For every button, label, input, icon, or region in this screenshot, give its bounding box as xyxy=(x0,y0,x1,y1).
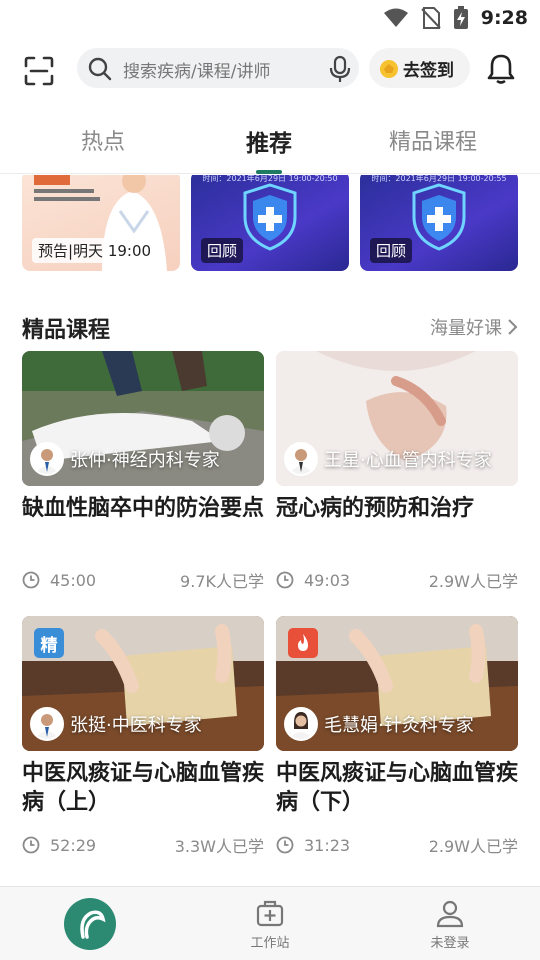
bottom-navigation: 工作站 未登录 xyxy=(0,886,540,960)
live-card[interactable]: 预告|明天 19:00 xyxy=(22,175,180,271)
search-icon xyxy=(88,57,112,81)
course-title: 冠心病的预防和治疗 xyxy=(276,496,475,521)
avatar xyxy=(30,707,64,741)
clock-icon xyxy=(22,836,40,854)
scan-button[interactable] xyxy=(22,54,56,88)
course-meta: 31:23 2.9W人已学 xyxy=(276,833,518,857)
live-badge: 回顾 xyxy=(201,238,244,263)
notification-button[interactable] xyxy=(484,52,518,86)
course-meta: 45:00 9.7K人已学 xyxy=(22,568,264,592)
section-more-label: 海量好课 xyxy=(430,318,502,339)
course-thumbnail: 张仲·神经内科专家 xyxy=(22,351,264,486)
course-duration: 45:00 xyxy=(22,571,96,590)
scan-icon xyxy=(24,56,54,86)
teacher-name: 张仲·神经内科专家 xyxy=(70,450,220,471)
nav-label: 未登录 xyxy=(430,935,470,951)
status-icons: 9:28 xyxy=(383,6,528,30)
live-card[interactable]: 时间：2021年6月29日 19:00-20:55 回顾 xyxy=(360,175,518,271)
clock-icon xyxy=(276,836,294,854)
duration-text: 49:03 xyxy=(304,570,351,590)
premium-badge: 精 xyxy=(34,628,64,658)
section-title: 精品课程 xyxy=(22,318,111,343)
course-meta: 52:29 3.3W人已学 xyxy=(22,833,264,857)
live-badge: 回顾 xyxy=(370,238,413,263)
teacher-info: 张挺·中医科专家 xyxy=(30,707,202,741)
avatar xyxy=(30,442,64,476)
duration-text: 45:00 xyxy=(50,570,97,590)
learner-count: 3.3W人已学 xyxy=(174,837,264,856)
battery-charging-icon xyxy=(453,6,468,29)
teacher-name: 王星·心血管内科专家 xyxy=(324,450,492,471)
medical-kit-icon xyxy=(256,900,284,926)
course-duration: 49:03 xyxy=(276,571,350,590)
course-card[interactable]: 王星·心血管内科专家 冠心病的预防和治疗 49:03 2.9W人已学 xyxy=(276,351,518,592)
search-placeholder: 搜索疾病/课程/讲师 xyxy=(123,62,271,82)
search-bar[interactable]: 搜索疾病/课程/讲师 xyxy=(77,48,359,88)
thumb-up-coin-icon xyxy=(380,60,398,78)
course-duration: 31:23 xyxy=(276,836,350,855)
teacher-info: 毛慧娟·针灸科专家 xyxy=(284,707,474,741)
course-card[interactable]: 毛慧娟·针灸科专家 中医风痰证与心脑血管疾病（下） 31:23 2.9W人已学 xyxy=(276,616,518,857)
teacher-name: 毛慧娟·针灸科专家 xyxy=(324,715,474,736)
avatar xyxy=(284,707,318,741)
teacher-name: 张挺·中医科专家 xyxy=(70,715,202,736)
course-thumbnail: 毛慧娟·针灸科专家 xyxy=(276,616,518,751)
tab-recommend[interactable]: 推荐 xyxy=(246,124,292,158)
course-meta: 49:03 2.9W人已学 xyxy=(276,568,518,592)
microphone-icon[interactable] xyxy=(329,55,351,83)
chevron-right-icon xyxy=(508,319,518,335)
course-title: 缺血性脑卒中的防治要点 xyxy=(22,496,265,521)
nav-workstation[interactable]: 工作站 xyxy=(220,887,320,960)
course-card[interactable]: 张仲·神经内科专家 缺血性脑卒中的防治要点 45:00 9.7K人已学 xyxy=(22,351,264,592)
nav-label: 工作站 xyxy=(250,935,290,951)
app-header: 搜索疾病/课程/讲师 去签到 xyxy=(0,46,540,92)
tab-hot[interactable]: 热点 xyxy=(81,124,125,156)
avatar xyxy=(284,442,318,476)
nav-home[interactable] xyxy=(40,887,140,960)
learner-count: 9.7K人已学 xyxy=(180,572,264,591)
tab-bar: 热点 推荐 精品课程 xyxy=(0,108,540,174)
course-title: 中医风痰证与心脑血管疾病（上） xyxy=(22,761,265,815)
person-icon xyxy=(436,900,464,927)
checkin-button[interactable]: 去签到 xyxy=(369,48,470,88)
course-duration: 52:29 xyxy=(22,836,96,855)
bell-icon xyxy=(487,54,515,84)
nav-profile[interactable]: 未登录 xyxy=(400,887,500,960)
course-title: 中医风痰证与心脑血管疾病（下） xyxy=(276,761,519,815)
tab-premium-courses[interactable]: 精品课程 xyxy=(389,124,477,156)
fire-icon xyxy=(298,634,308,651)
duration-text: 31:23 xyxy=(304,835,351,855)
learner-count: 2.9W人已学 xyxy=(428,837,518,856)
course-thumbnail: 精 张挺·中医科专家 xyxy=(22,616,264,751)
clock-icon xyxy=(276,571,294,589)
learner-count: 2.9W人已学 xyxy=(428,572,518,591)
clock-icon xyxy=(22,571,40,589)
live-card[interactable]: 时间：2021年6月29日 19:00-20:50 回顾 xyxy=(191,175,349,271)
section-more-link[interactable]: 海量好课 xyxy=(430,314,518,340)
course-thumbnail: 王星·心血管内科专家 xyxy=(276,351,518,486)
live-badge: 预告|明天 19:00 xyxy=(32,238,158,263)
status-bar: 9:28 xyxy=(0,0,540,36)
duration-text: 52:29 xyxy=(50,835,97,855)
checkin-label: 去签到 xyxy=(403,60,454,81)
no-sim-icon xyxy=(421,7,441,29)
status-time: 9:28 xyxy=(480,7,528,29)
live-cards-strip: 预告|明天 19:00 时间：2021年6月29日 19:00-20:50 回顾… xyxy=(0,175,540,271)
wifi-icon xyxy=(383,8,408,27)
active-tab-indicator xyxy=(256,170,282,174)
home-logo-icon xyxy=(64,898,116,950)
course-card[interactable]: 精 张挺·中医科专家 中医风痰证与心脑血管疾病（上） 52:29 3.3W人已学 xyxy=(22,616,264,857)
teacher-info: 王星·心血管内科专家 xyxy=(284,442,492,476)
hot-badge xyxy=(288,628,318,658)
teacher-info: 张仲·神经内科专家 xyxy=(30,442,220,476)
